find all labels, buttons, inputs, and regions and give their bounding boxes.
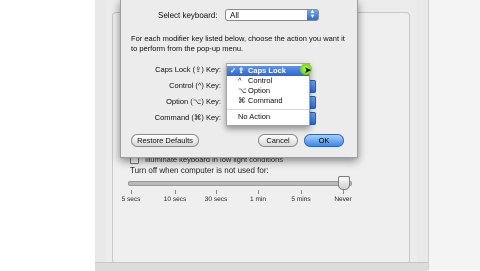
- control-key-label: Control (^) Key:: [169, 81, 221, 90]
- right-margin: [428, 0, 480, 270]
- modifier-description: For each modifier key listed below, choo…: [131, 34, 345, 53]
- caps-lock-symbol-icon: ⇪: [238, 66, 245, 75]
- menu-item-label: Option: [248, 86, 271, 95]
- menu-item-option[interactable]: ⌥ Option: [227, 86, 309, 96]
- cancel-button[interactable]: Cancel: [258, 134, 298, 147]
- turn-off-label: Turn off when computer is not used for:: [130, 166, 269, 175]
- select-keyboard-label: Select keyboard:: [158, 11, 218, 20]
- menu-item-label: Command: [248, 96, 283, 105]
- slider-tick: [343, 190, 344, 194]
- menu-item-label: Control: [248, 76, 273, 85]
- slider-tick-label: 30 secs: [204, 196, 228, 203]
- slider-tick-label: 5 mins: [291, 196, 311, 203]
- slider-tick: [175, 190, 176, 194]
- menu-item-caps-lock[interactable]: ✓ ⇪ Caps Lock: [227, 66, 309, 76]
- checkmark-icon: ✓: [230, 66, 237, 75]
- control-symbol-icon: ^: [238, 76, 242, 85]
- option-symbol-icon: ⌥: [238, 86, 247, 95]
- menu-item-command[interactable]: ⌘ Command: [227, 96, 309, 106]
- slider-tick-label: 10 secs: [163, 196, 187, 203]
- slider-tick: [258, 190, 259, 194]
- caps-lock-action-menu: ✓ ⇪ Caps Lock ^ Control ⌥ Option ⌘ Comma…: [226, 63, 310, 126]
- slider-tick-label: Never: [334, 196, 352, 203]
- mouse-pointer-icon: ➤: [304, 65, 312, 75]
- slider-tick-label: 5 secs: [121, 196, 141, 203]
- updown-arrows-icon: ▲ ▼: [307, 9, 318, 20]
- menu-item-no-action[interactable]: No Action: [227, 112, 309, 122]
- command-key-label: Command (⌘) Key:: [154, 113, 221, 122]
- select-keyboard-dropdown[interactable]: All ▲ ▼: [225, 9, 319, 21]
- slider-tick: [216, 190, 217, 194]
- turn-off-slider-track[interactable]: [128, 181, 352, 186]
- restore-defaults-button[interactable]: Restore Defaults: [131, 134, 199, 147]
- menu-item-label: Caps Lock: [248, 66, 286, 75]
- slider-tick-label: 1 min: [250, 196, 266, 203]
- slider-tick: [301, 190, 302, 194]
- option-key-label: Option (⌥) Key:: [166, 97, 221, 106]
- menu-item-label: No Action: [238, 112, 271, 121]
- ok-button[interactable]: OK: [304, 134, 344, 147]
- slider-tick: [131, 190, 132, 194]
- command-symbol-icon: ⌘: [238, 96, 246, 105]
- menu-item-control[interactable]: ^ Control: [227, 76, 309, 86]
- caps-lock-key-label: Caps Lock (⇪) Key:: [155, 65, 221, 74]
- turn-off-slider-thumb[interactable]: [338, 176, 350, 190]
- select-keyboard-value: All: [230, 11, 239, 20]
- menu-separator: [227, 109, 309, 110]
